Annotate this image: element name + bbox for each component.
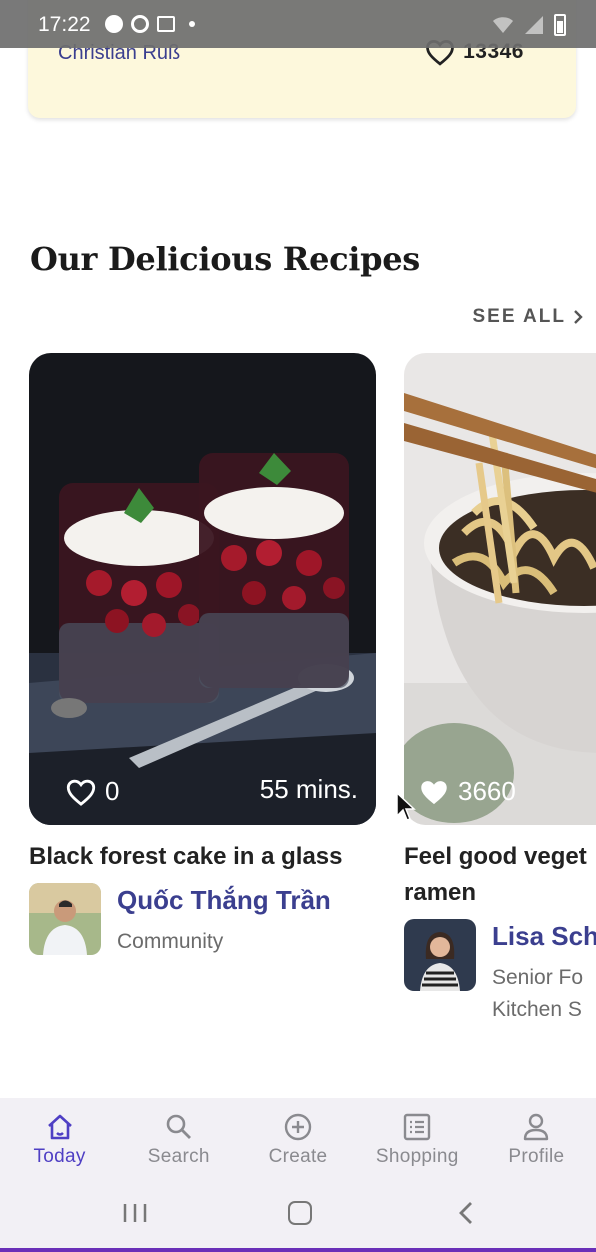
see-all-link[interactable]: SEE ALL [472,306,584,328]
list-icon [404,1113,431,1141]
nav-label-profile: Profile [508,1146,565,1167]
recipe-likes[interactable]: 3660 [418,776,516,807]
nav-label-search: Search [147,1146,210,1167]
recipe-duration: 55 mins. [259,774,358,804]
heart-outline-icon [66,779,96,806]
nav-label-today: Today [33,1146,86,1167]
chevron-right-icon [574,310,583,324]
home-icon [47,1114,72,1140]
notification-icons [105,15,195,33]
person-icon [524,1113,549,1141]
system-icons [492,14,566,36]
avatar[interactable] [404,919,476,991]
author-role: Senior Fo Kitchen S [492,966,584,1021]
status-bar: 17:22 [0,0,596,48]
recipe-image[interactable]: 0 55 mins. [29,353,376,825]
ramen-bowl-photo [404,353,596,825]
nav-item-create[interactable]: Create [238,1098,357,1182]
nav-label-shopping: Shopping [375,1146,459,1167]
recipe-author[interactable]: Lisa Sch Senior Fo Kitchen S [404,919,596,1026]
wifi-icon [493,17,513,33]
at-sign-icon [131,15,149,33]
plus-circle-icon [284,1113,312,1141]
battery-icon [554,14,566,36]
back-icon[interactable] [456,1200,476,1226]
bottom-navigation: Today Search Create Shopping Profile [0,1098,596,1182]
heart-filled-icon [421,780,447,804]
author-info: Lisa Sch Senior Fo Kitchen S [492,919,596,1026]
nav-item-search[interactable]: Search [119,1098,238,1182]
home-button-icon[interactable] [288,1201,312,1225]
author-name[interactable]: Quốc Thắng Trần [117,885,331,916]
section-title: Our Delicious Recipes [30,240,421,278]
recipe-card[interactable]: 0 55 mins. Black forest cake in a glass … [29,353,376,958]
mouse-cursor-icon [396,792,416,821]
recipe-card[interactable]: 3660 Feel good veget ramen Lisa Sch Seni… [404,353,596,1026]
recipe-title[interactable]: Black forest cake in a glass [29,839,389,875]
author-role: Community [117,930,224,953]
recipe-image[interactable]: 3660 [404,353,596,825]
black-forest-dessert-photo [29,353,376,825]
more-notifications-icon [189,21,195,27]
recipe-likes-count: 3660 [458,776,516,806]
system-navigation-bar [0,1182,596,1248]
author-photo [404,919,476,991]
avatar[interactable] [29,883,101,955]
screen-edge [0,1248,596,1252]
recent-apps-icon[interactable] [122,1202,148,1224]
author-info: Quốc Thắng Trần Community [117,883,331,958]
signal-icon [525,16,543,34]
image-icon [157,16,175,32]
app-screen: Christian Ruß 13346 17:22 Our Delicious … [0,0,596,1252]
recipe-likes[interactable]: 0 [65,776,119,807]
author-name[interactable]: Lisa Sch [492,921,596,952]
status-time: 17:22 [38,13,91,36]
recipe-author[interactable]: Quốc Thắng Trần Community [29,883,376,958]
see-all-label: SEE ALL [472,306,566,327]
nav-item-shopping[interactable]: Shopping [358,1098,477,1182]
author-photo [29,883,101,955]
nav-item-today[interactable]: Today [0,1098,119,1182]
nav-item-profile[interactable]: Profile [477,1098,596,1182]
messenger-icon [105,15,123,33]
recipe-title[interactable]: Feel good veget ramen [404,839,596,911]
search-icon [166,1114,191,1139]
nav-label-create: Create [268,1146,328,1167]
recipe-likes-count: 0 [105,776,120,806]
